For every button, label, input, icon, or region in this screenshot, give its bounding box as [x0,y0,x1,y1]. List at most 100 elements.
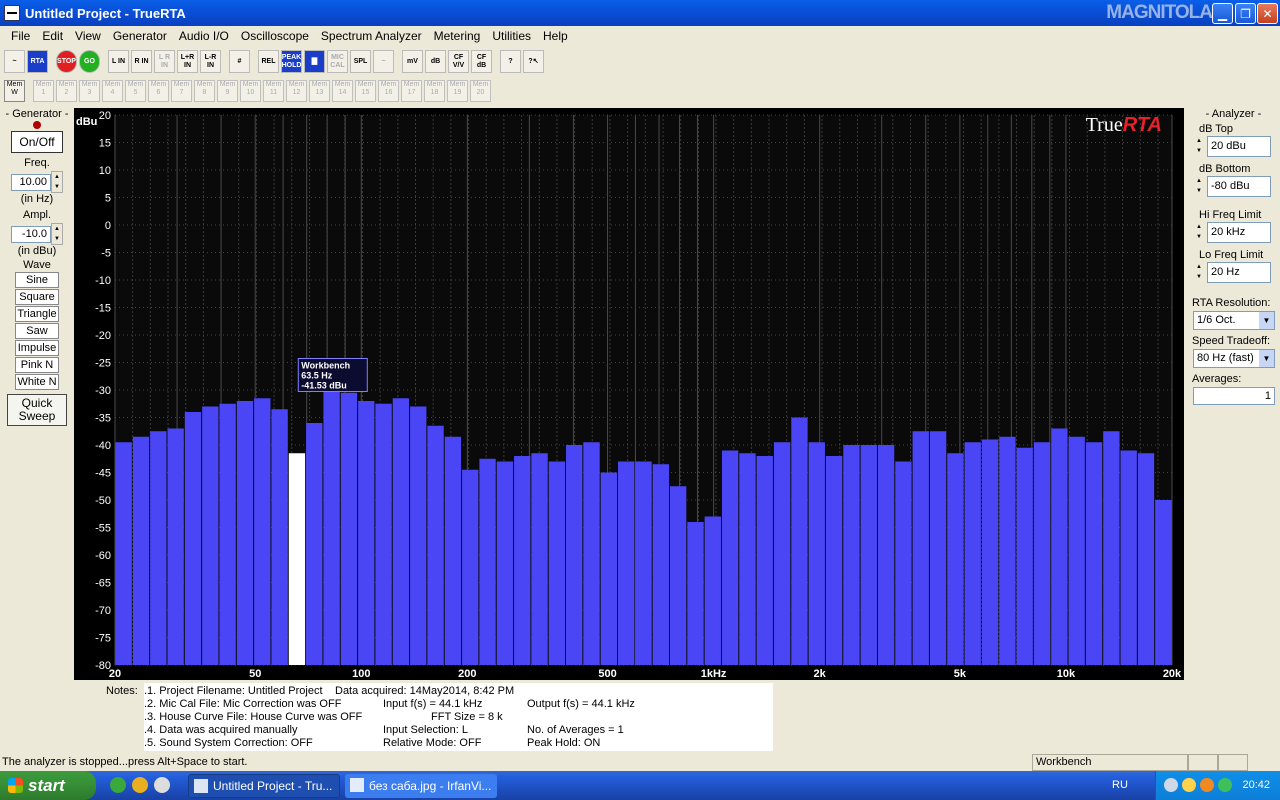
cf-vv-button[interactable]: CF V/V [448,50,469,73]
minimize-button[interactable]: ▁ [1212,3,1233,24]
oscilloscope-view-button[interactable]: ~ [4,50,25,73]
wave-impulse-button[interactable]: Impulse [15,340,59,356]
close-button[interactable]: ✕ [1257,3,1278,24]
mem-button-8[interactable]: Mem 8 [194,80,215,102]
menu-item-spectrum-analyzer[interactable]: Spectrum Analyzer [315,29,428,43]
app-icon[interactable] [4,5,20,21]
wave-sine-button[interactable]: Sine [15,272,59,288]
wave-white-n-button[interactable]: White N [15,374,59,390]
start-button[interactable]: start [0,771,96,800]
l-in-button[interactable]: L IN [108,50,129,73]
generator-onoff-button[interactable]: On/Off [11,131,63,153]
lo-freq-spinner[interactable]: ▲ ▼ [1193,262,1205,283]
rel-button[interactable]: REL [258,50,279,73]
spectrum-bar [410,406,427,665]
db-top-input[interactable]: 20 dBu [1207,136,1271,157]
cf-db-button[interactable]: CF dB [471,50,492,73]
spl-button[interactable]: SPL [350,50,371,73]
mem-button-2[interactable]: Mem 2 [56,80,77,102]
tray-icon[interactable] [1164,778,1178,792]
rta-plot[interactable]: 20 15 10 5 0 -5 -10 -15 -20 -25 -30 -35 -40 -45 -50 -55… [74,108,1184,680]
rta-resolution-select[interactable]: 1/6 Oct. [1193,311,1275,330]
db-button[interactable]: dB [425,50,446,73]
menu-item-oscilloscope[interactable]: Oscilloscope [235,29,315,43]
freq-input[interactable]: 10.00 [11,173,51,191]
menu-item-metering[interactable]: Metering [428,29,487,43]
mem-button-20[interactable]: Mem 20 [470,80,491,102]
window-title: Untitled Project - TrueRTA [25,5,186,21]
context-help-button[interactable]: ?↖ [523,50,544,73]
mem-button-13[interactable]: Mem 13 [309,80,330,102]
taskbar-item-irfanview[interactable]: без саба.jpg - IrfanVi... [345,774,497,798]
ampl-label: Ampl. [22,209,52,221]
mem-button-11[interactable]: Mem 11 [263,80,284,102]
quicklaunch-icon[interactable] [154,777,170,793]
mem-button-9[interactable]: Mem 9 [217,80,238,102]
mv-button[interactable]: mV [402,50,423,73]
taskbar-item-truerta[interactable]: Untitled Project - Tru... [188,774,340,798]
tray-icon[interactable] [1200,778,1214,792]
mem-button-10[interactable]: Mem 10 [240,80,261,102]
mem-button-19[interactable]: Mem 19 [447,80,468,102]
mem-button-18[interactable]: Mem 18 [424,80,445,102]
restore-button[interactable]: ❐ [1235,3,1256,24]
quick-sweep-button[interactable]: Quick Sweep [7,394,67,426]
wave-saw-button[interactable]: Saw [15,323,59,339]
mem-button-16[interactable]: Mem 16 [378,80,399,102]
mic-cal-button[interactable]: MIC CAL [327,50,348,73]
l-minus-r-in-button[interactable]: L-R IN [200,50,221,73]
r-in-button[interactable]: R IN [131,50,152,73]
mem-button-14[interactable]: Mem 14 [332,80,353,102]
mem-button-4[interactable]: Mem 4 [102,80,123,102]
wave-square-button[interactable]: Square [15,289,59,305]
menu-item-view[interactable]: View [69,29,107,43]
rta-chart[interactable]: 20151050-5-10-15-20-25-30-35-40-45-50-55… [74,108,1184,680]
y-tick-label: -65 [95,578,111,590]
note-detail: Relative Mode: OFF [383,737,482,749]
bars-button[interactable]: ▇ [304,50,325,73]
menu-item-audio-i-o[interactable]: Audio I/O [173,29,235,43]
averages-input[interactable]: 1 [1193,387,1275,405]
hi-freq-spinner[interactable]: ▲ ▼ [1193,222,1205,243]
mem-button-15[interactable]: Mem 15 [355,80,376,102]
wave-pink-n-button[interactable]: Pink N [15,357,59,373]
mem-button-1[interactable]: Mem 1 [33,80,54,102]
grid-button[interactable]: # [229,50,250,73]
freq-spinner[interactable]: ▲ ▼ [51,171,63,193]
wave-triangle-button[interactable]: Triangle [15,306,59,322]
menu-item-generator[interactable]: Generator [107,29,173,43]
l-plus-r-in-button[interactable]: L+R IN [177,50,198,73]
stop-button[interactable]: STOP [56,50,77,73]
menu-item-edit[interactable]: Edit [36,29,69,43]
db-bottom-input[interactable]: -80 dBu [1207,176,1271,197]
browser-icon[interactable] [132,777,148,793]
go-button[interactable]: GO [79,50,100,73]
mem-button-7[interactable]: Mem 7 [171,80,192,102]
language-indicator[interactable]: RU [1112,779,1128,791]
mem-button-w[interactable]: Mem W [4,80,25,102]
tray-icon[interactable] [1182,778,1196,792]
mem-button-5[interactable]: Mem 5 [125,80,146,102]
peak-hold-button[interactable]: PEAK HOLD [281,50,302,73]
note-line: .1. Project Filename: Untitled Project [144,685,323,697]
mem-button-17[interactable]: Mem 17 [401,80,422,102]
mem-button-12[interactable]: Mem 12 [286,80,307,102]
db-top-spinner[interactable]: ▲ ▼ [1193,136,1205,157]
menu-item-file[interactable]: File [5,29,36,43]
speed-tradeoff-select[interactable]: 80 Hz (fast) [1193,349,1275,368]
mem-button-6[interactable]: Mem 6 [148,80,169,102]
menu-item-utilities[interactable]: Utilities [486,29,537,43]
ampl-spinner[interactable]: ▲ ▼ [51,223,63,245]
hi-freq-input[interactable]: 20 kHz [1207,222,1271,243]
db-bottom-spinner[interactable]: ▲ ▼ [1193,176,1205,197]
mem-button-3[interactable]: Mem 3 [79,80,100,102]
smooth-button[interactable]: ~ [373,50,394,73]
menu-item-help[interactable]: Help [537,29,574,43]
l-r-in-gray-button[interactable]: L R IN [154,50,175,73]
help-button[interactable]: ? [500,50,521,73]
ampl-input[interactable]: -10.0 [11,225,51,243]
spectrum-view-button[interactable]: RTA [27,50,48,73]
quicklaunch-icon[interactable] [110,777,126,793]
lo-freq-input[interactable]: 20 Hz [1207,262,1271,283]
tray-icon[interactable] [1218,778,1232,792]
